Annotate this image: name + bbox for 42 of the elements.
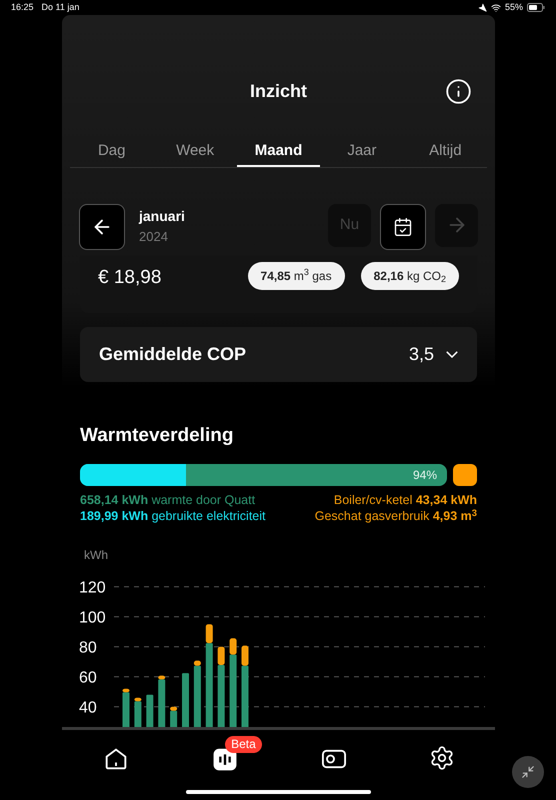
location-icon [478, 3, 487, 12]
minimize-button[interactable] [512, 756, 544, 788]
tab[interactable]: Altijd [404, 138, 488, 167]
section-title: Warmteverdeling [80, 424, 234, 448]
bar [182, 673, 189, 728]
stat-chip: 82,16 kg CO$_{2}$ [360, 262, 459, 290]
tab[interactable]: Jaar [320, 138, 404, 167]
legend-text: Boiler/cv-ketel 43,34 kWh [334, 492, 477, 508]
axis-tick-label: 60 [79, 670, 97, 688]
cost-amount: € 18,98 [98, 266, 162, 290]
battery-icon [527, 3, 545, 12]
boiler-share-marker [453, 464, 477, 486]
status-time: 16:25 [11, 0, 34, 14]
heat-share-percent: 94% [412, 467, 437, 484]
axis-unit-label: kWh [84, 547, 109, 564]
tab[interactable]: Dag [70, 138, 154, 167]
period-year: 2024 [139, 228, 169, 246]
tab[interactable]: Week [153, 138, 237, 167]
bar [146, 695, 154, 728]
page-title: Inzicht [250, 80, 307, 103]
previous-button[interactable] [79, 204, 125, 250]
tab[interactable]: Maand [236, 138, 320, 167]
calendar-icon [393, 216, 413, 237]
chevron-down-icon [446, 350, 458, 358]
legend-text: 189,99 kWh gebruikte elektriciteit [80, 508, 266, 524]
axis-tick-label: 40 [79, 700, 97, 718]
axis-tick-label: 120 [79, 580, 106, 598]
beta-badge: Beta [225, 736, 262, 753]
cop-card[interactable]: Gemiddelde COP 3,5 [80, 326, 477, 382]
info-icon[interactable] [445, 78, 472, 105]
period-month: januari [139, 207, 185, 226]
stat-chip: 74,85 m$^{3}$ gas [248, 262, 345, 290]
collapse-arrows-icon [521, 765, 535, 779]
axis-tick-label: 80 [79, 640, 97, 658]
calendar-button[interactable] [380, 204, 426, 250]
legend-text: Geschat gasverbruik 4,93 m$^{3}$ [314, 508, 477, 524]
legend-text: 658,14 kWh warmte door Quatt [80, 492, 256, 508]
axis-tick-label: 100 [79, 610, 106, 628]
settings-icon[interactable] [428, 745, 455, 771]
battery-percent: 55% [504, 0, 523, 14]
wifi-icon [490, 2, 501, 12]
status-date: Do 11 jan [42, 0, 80, 14]
